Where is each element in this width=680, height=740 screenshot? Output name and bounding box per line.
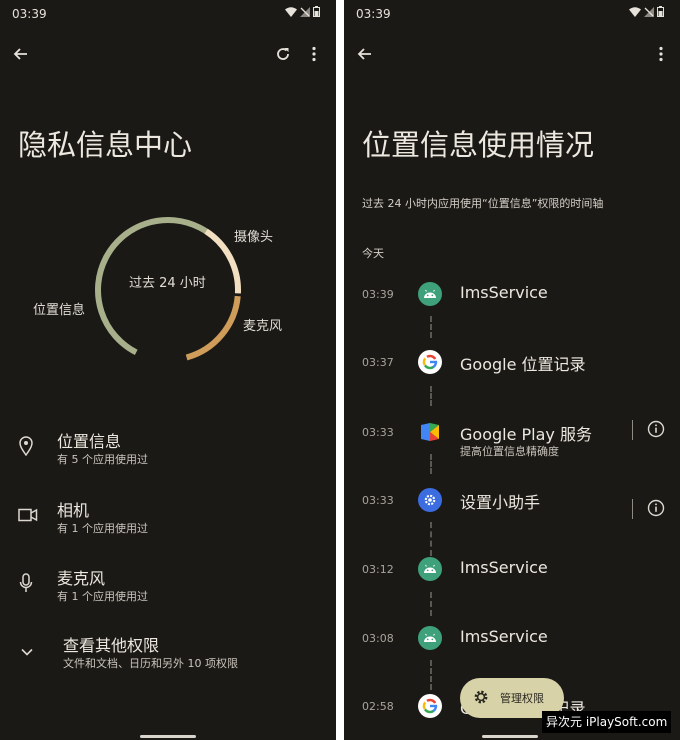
timeline-entry[interactable]: 03:08 ImsService [344,626,680,670]
more-options-icon[interactable] [311,46,317,62]
battery-icon [657,6,664,17]
chevron-down-icon [20,642,34,661]
permission-title: 相机 [57,501,90,520]
microphone-icon [18,573,34,597]
location-label: 位置信息 [33,303,86,318]
app-name: 设置小助手 [460,493,541,512]
play-services-icon [418,420,442,444]
permission-row-location[interactable]: 位置信息 有 5 个应用使用过 [0,428,336,478]
entry-time: 03:33 [362,494,394,507]
permission-subtitle: 文件和文档、日历和另外 10 项权限 [63,657,238,670]
permission-row-microphone[interactable]: 麦克风 有 1 个应用使用过 [0,565,336,615]
camera-label: 摄像头 [234,230,274,245]
divider [632,420,633,440]
status-time: 03:39 [356,7,391,21]
gesture-nav-bar[interactable] [140,735,196,738]
entry-time: 03:37 [362,356,394,369]
video-camera-icon [18,507,38,526]
info-icon[interactable] [647,420,665,442]
permission-title: 麦克风 [57,569,106,588]
android-icon [418,626,442,650]
location-pin-icon [18,436,34,460]
entry-time: 03:08 [362,632,394,645]
android-icon [418,282,442,306]
wifi-icon [629,6,641,17]
signal-icon [644,6,654,17]
more-options-icon[interactable] [658,46,664,62]
page-title: 隐私信息中心 [18,128,193,162]
back-arrow-icon[interactable] [357,46,373,62]
timeline-entry[interactable]: 03:33 Google Play 服务 提高位置信息精确度 [344,420,680,464]
donut-center-label: 过去 24 小时 [129,276,206,291]
timeline-entry[interactable]: 03:37 Google 位置记录 [344,350,680,394]
info-icon[interactable] [647,499,665,521]
permission-subtitle: 有 1 个应用使用过 [57,522,148,535]
permission-title: 查看其他权限 [63,636,160,655]
battery-icon [313,6,320,17]
app-name: ImsService [460,558,548,577]
google-icon [418,350,442,374]
app-name: ImsService [460,627,548,646]
app-name: ImsService [460,283,548,302]
permission-subtitle: 有 5 个应用使用过 [57,453,148,466]
timeline-description: 过去 24 小时内应用使用“位置信息”权限的时间轴 [362,197,604,210]
timeline-entry[interactable]: 03:12 ImsService [344,557,680,601]
page-title: 位置信息使用情况 [362,128,595,162]
back-arrow-icon[interactable] [13,46,29,62]
permission-row-camera[interactable]: 相机 有 1 个应用使用过 [0,497,336,547]
timeline-entry[interactable]: 03:39 ImsService [344,282,680,326]
entry-time: 03:39 [362,288,394,301]
app-name: Google Play 服务 [460,425,592,444]
divider [632,499,633,519]
gear-icon [472,688,490,710]
status-bar: 03:39 [0,0,336,26]
signal-icon [300,6,310,17]
refresh-icon[interactable] [275,46,291,62]
gesture-nav-bar[interactable] [482,735,538,738]
view-other-permissions-row[interactable]: 查看其他权限 文件和文档、日历和另外 10 项权限 [0,632,336,682]
entry-time: 03:12 [362,563,394,576]
status-icons [629,6,664,17]
permission-title: 位置信息 [57,432,122,451]
timeline-entry[interactable]: 03:33 设置小助手 [344,488,680,532]
settings-icon [418,488,442,512]
privacy-dashboard-screen: 03:39 隐私信息中心 过去 24 小时 摄像头 麦克风 位置信息 位置信息 … [0,0,336,740]
android-icon [418,557,442,581]
status-time: 03:39 [12,7,47,21]
status-bar: 03:39 [344,0,680,26]
app-name: Google 位置记录 [460,355,586,374]
entry-time: 03:33 [362,426,394,439]
permission-subtitle: 有 1 个应用使用过 [57,590,148,603]
google-icon [418,694,442,718]
status-icons [285,6,320,17]
mic-label: 麦克风 [243,319,283,334]
day-header: 今天 [362,247,384,260]
entry-time: 02:58 [362,700,394,713]
app-detail: 提高位置信息精确度 [460,445,559,458]
location-usage-screen: 03:39 位置信息使用情况 过去 24 小时内应用使用“位置信息”权限的时间轴… [344,0,680,740]
watermark: 异次元 iPlaySoft.com [542,711,672,733]
manage-permissions-label: 管理权限 [500,692,544,705]
wifi-icon [285,6,297,17]
